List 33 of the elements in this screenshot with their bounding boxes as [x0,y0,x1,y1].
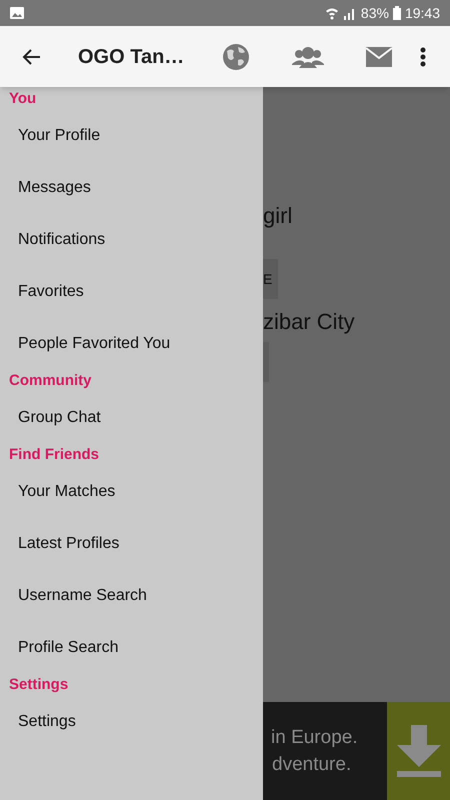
back-arrow-icon [21,48,41,66]
more-icon [420,46,426,66]
people-icon [292,46,324,68]
image-icon [10,7,24,19]
envelope-icon [366,46,392,66]
globe-icon [222,42,250,70]
drawer-item[interactable]: Group Chat [0,392,263,444]
signal-icon [342,6,357,20]
drawer-item[interactable]: Your Matches [0,466,263,518]
drawer-item[interactable]: Notifications [0,214,263,266]
wifi-icon [324,6,339,20]
section-header: Find Friends [9,444,99,465]
drawer-item[interactable]: Favorites [0,266,263,318]
profile-name: girl [263,203,292,229]
battery-percent: 83% [360,4,389,22]
section-header: Community [9,370,92,391]
drawer-item[interactable]: Your Profile [0,110,263,162]
battery-icon [392,6,401,20]
drawer-item[interactable]: Settings [0,696,263,748]
ad-banner[interactable]: in Europe. dventure. [263,702,450,800]
section-header: You [9,88,36,109]
ad-text: dventure. [271,753,352,777]
app-title: OGO Tan… [78,44,186,70]
drawer-item[interactable]: People Favorited You [0,318,263,370]
profile-details: zibar City [263,309,355,335]
section-header: Settings [9,674,68,695]
clock-time: 19:43 [404,4,440,22]
drawer-item[interactable]: Messages [0,162,263,214]
drawer-item[interactable]: Profile Search [0,622,263,674]
drawer-item[interactable]: Latest Profiles [0,518,263,570]
download-icon [396,725,440,777]
drawer-item[interactable]: Username Search [0,570,263,622]
ad-text: in Europe. [271,726,359,750]
